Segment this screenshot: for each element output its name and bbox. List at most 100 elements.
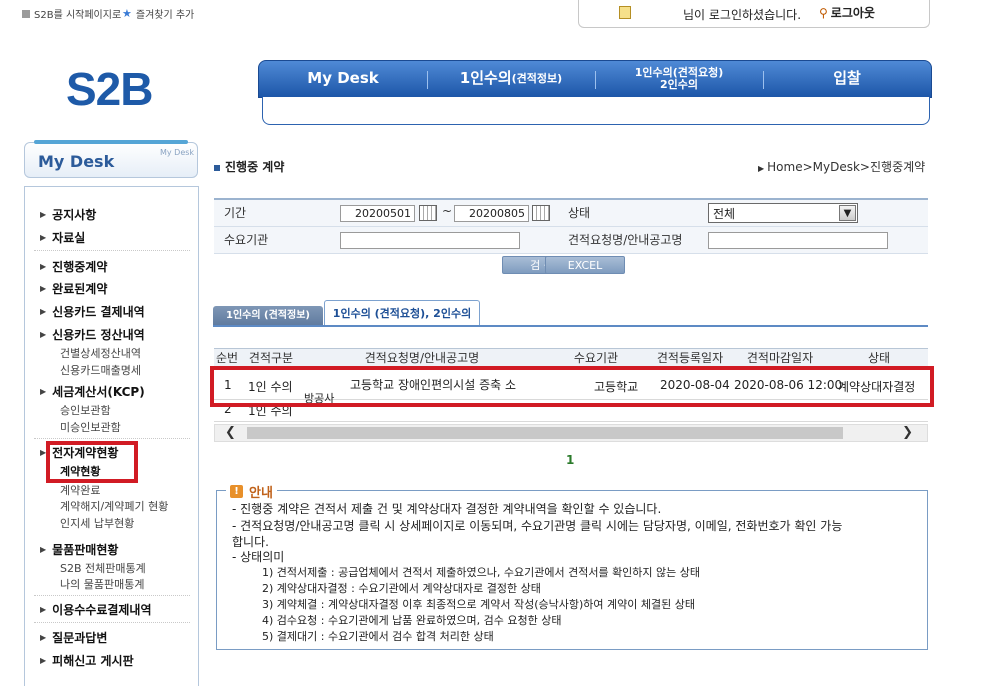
login-message: 님이 로그인하셨습니다. [683,8,802,22]
sidebar-divider [34,595,190,596]
pagination-page[interactable]: 1 [566,453,574,467]
home-icon [22,9,30,18]
add-favorite-label: 즐겨찾기 추가 [135,10,195,21]
page-title: 진행중 계약 [214,158,284,175]
sidebar-sub-card-sales[interactable]: 신용카드매출명세 [60,362,141,378]
notice-title: 안내 [249,486,273,501]
sidebar-sub-settle-detail[interactable]: 건별상세정산내역 [60,345,141,361]
sidebar-sub-contract-cancel[interactable]: 계약해지/계약폐기 현황 [60,498,168,514]
highlight-box-sidebar [46,441,138,483]
info-icon: ! [230,485,243,498]
set-homepage-link[interactable]: S2B를 시작페이지로 [22,6,121,21]
status-select[interactable]: 전체 ▼ [708,203,858,223]
tab-quote-request[interactable]: 1인수의 (견적요청), 2인수의 [324,300,480,326]
calendar-icon[interactable] [419,205,437,221]
table-header: 순번 견적구분 견적요청명/안내공고명 수요기관 견적등록일자 견적마감일자 상… [214,348,928,368]
logout-label: 로그아웃 [830,6,875,20]
sidebar-item-damage-report[interactable]: ▶ 피해신고 게시판 [40,652,134,669]
notice-line: - 진행중 계약은 견적서 제출 건 및 계약상대자 결정한 계약내역을 확인할… [232,502,662,516]
nav-quote-request[interactable]: 1인수의(견적요청) 2인수의 [595,61,763,97]
notice-line: - 견적요청명/안내공고명 클릭 시 상세페이지로 이동되며, 수요기관명 클릭… [232,519,843,533]
nav-mydesk[interactable]: My Desk [259,61,427,97]
chevron-right-icon[interactable]: ❯ [902,425,913,440]
arrow-right-icon: ▶ [40,330,47,339]
excel-button[interactable]: EXCEL [545,256,625,274]
main-nav: My Desk 1인수의 (견적정보) 1인수의(견적요청) 2인수의 입찰 [258,60,932,98]
square-bullet-icon [214,164,220,171]
search-form: 기간 20200501 ~ 20200805 상태 전체 ▼ 수요기관 견적요청… [214,198,928,254]
sidebar-sub-my-stats[interactable]: 나의 물품판매통계 [60,576,144,592]
notice-line: 5) 결제대기 : 수요기관에서 검수 합격 처리한 상태 [262,630,494,643]
arrow-right-icon: ▶ [40,387,47,396]
sidebar-sub-s2b-stats[interactable]: S2B 전체판매통계 [60,560,146,576]
arrow-right-icon: ▶ [758,164,765,173]
arrow-right-icon: ▶ [40,233,47,242]
add-favorite-link[interactable]: ★ 즐겨찾기 추가 [122,6,194,21]
logout-icon: ⚲ [819,5,828,20]
star-icon: ★ [122,7,132,20]
calendar-icon[interactable] [532,205,550,221]
nav-single-quote-info[interactable]: 1인수의 (견적정보) [427,61,595,97]
notice-line: 2) 계약상대자결정 : 수요기관에서 계약상대자로 결정한 상태 [262,582,541,595]
memo-icon [619,6,631,19]
tab-single-quote-info[interactable]: 1인수의 (견적정보) [213,306,323,326]
notice-line: 4) 검수요청 : 수요기관에게 납품 완료하였으며, 검수 요청한 상태 [262,614,562,627]
sidebar-item-card-payment[interactable]: ▶ 신용카드 결제내역 [40,303,145,320]
arrow-right-icon: ▶ [40,284,47,293]
sidebar-sub-stamp-tax[interactable]: 인지세 납부현황 [60,515,134,531]
period-label: 기간 [224,206,247,220]
sidebar-item-goods-sales[interactable]: ▶ 물품판매현황 [40,541,118,558]
sidebar-item-completed[interactable]: ▶ 완료된계약 [40,280,107,297]
logout-button[interactable]: ⚲ 로그아웃 [819,4,875,21]
sidebar-item-tax-invoice[interactable]: ▶ 세금계산서(KCP) [40,383,145,400]
login-status-box: 님이 로그인하셨습니다. ⚲ 로그아웃 [578,0,930,28]
status-label: 상태 [568,206,591,220]
arrow-right-icon: ▶ [40,210,47,219]
date-from-input[interactable]: 20200501 [340,205,415,222]
nav-bid[interactable]: 입찰 [763,61,931,97]
sidebar-item-card-settlement[interactable]: ▶ 신용카드 정산내역 [40,326,145,343]
set-homepage-label: S2B를 시작페이지로 [34,10,122,21]
sidebar-title-box: My Desk My Desk [24,142,198,178]
date-to-input[interactable]: 20200805 [454,205,529,222]
arrow-right-icon: ▶ [40,605,47,614]
sidebar-item-library[interactable]: ▶ 자료실 [40,229,85,246]
scrollbar-thumb[interactable] [247,427,843,439]
highlight-box-row [210,366,934,407]
arrow-right-icon: ▶ [40,633,47,642]
quote-name-input[interactable] [708,232,888,249]
sidebar-sub-approved[interactable]: 승인보관함 [60,402,111,418]
arrow-right-icon: ▶ [40,262,47,271]
search-row-2: 수요기관 견적요청명/안내공고명 [214,227,928,254]
sidebar-divider [34,438,190,439]
sidebar-accent-bar [34,140,188,144]
sidebar-title: My Desk [38,152,115,171]
arrow-right-icon: ▶ [40,307,47,316]
sidebar-divider [34,250,190,251]
tab-underline [213,325,928,327]
notice-line: 3) 계약체결 : 계약상대자결정 이후 최종적으로 계약서 작성(승낙사항)하… [262,598,695,611]
notice-line: 1) 견적서제출 : 공급업체에서 견적서 제출하였으나, 수요기관에서 견적서… [262,566,701,579]
s2b-logo[interactable]: S2B [66,62,153,116]
sidebar-sub-contract-complete[interactable]: 계약완료 [60,482,100,498]
sidebar-sub-unapproved[interactable]: 미승인보관함 [60,419,121,435]
status-selected: 전체 [713,207,736,221]
breadcrumb: ▶ Home>MyDesk>진행중계약 [758,160,926,174]
sidebar-item-fee-payment[interactable]: ▶ 이용수수료결제내역 [40,601,152,618]
sidebar-item-notice[interactable]: ▶ 공지사항 [40,206,96,223]
notice-line: - 상태의미 [232,550,285,564]
org-input[interactable] [340,232,520,249]
table-scrollbar[interactable]: ❮ ❯ [214,424,928,442]
sidebar-item-ongoing[interactable]: ▶ 진행중계약 [40,258,107,275]
date-tilde: ~ [442,204,453,218]
chevron-left-icon[interactable]: ❮ [225,425,236,440]
arrow-right-icon: ▶ [40,656,47,665]
search-row-1: 기간 20200501 ~ 20200805 상태 전체 ▼ [214,200,928,227]
chevron-down-icon[interactable]: ▼ [839,205,856,221]
org-label: 수요기관 [224,233,269,247]
quote-name-label: 견적요청명/안내공고명 [568,233,683,247]
arrow-right-icon: ▶ [40,545,47,554]
nav-submenu-area [262,97,930,125]
sidebar-item-qna[interactable]: ▶ 질문과답변 [40,629,107,646]
notice-header: ! 안내 [226,482,277,501]
